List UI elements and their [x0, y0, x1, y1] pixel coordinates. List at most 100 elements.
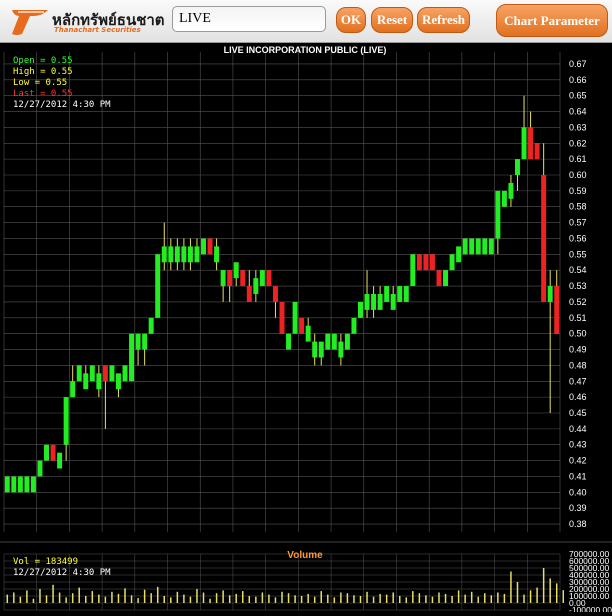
candle — [135, 333, 141, 366]
price-tick-label: 0.53 — [569, 281, 587, 291]
candle-body — [122, 365, 128, 382]
candle-body — [37, 460, 43, 477]
candle-body — [246, 286, 252, 302]
candle-body — [272, 286, 278, 302]
candle-body — [344, 333, 350, 350]
chart-area[interactable]: 0.67 0.66 0.65 0.64 0.63 0.62 0.61 0.60 0.59 0.58… — [0, 42, 612, 615]
candle — [344, 333, 350, 350]
volume-tick-label: -100000.00 — [569, 605, 612, 612]
candle — [129, 333, 135, 382]
candlestick-series — [4, 95, 560, 493]
candle — [161, 222, 167, 271]
candle — [462, 238, 468, 255]
candle-body — [187, 246, 193, 263]
candle-body — [220, 270, 226, 287]
candle — [305, 317, 311, 342]
candle — [286, 333, 292, 350]
price-tick-label: 0.67 — [569, 59, 587, 69]
price-chart[interactable]: 0.67 0.66 0.65 0.64 0.63 0.62 0.61 0.60 0.59 0.58… — [0, 42, 612, 615]
brand-logo: หลักทรัพย์ธนชาต Thanachart Securities — [8, 4, 165, 38]
candle-body — [358, 301, 363, 318]
candle-body — [11, 476, 17, 493]
candle-body — [429, 254, 435, 271]
price-timestamp: 12/27/2012 4:30 PM — [13, 100, 111, 110]
candle-body — [423, 254, 429, 271]
candle — [17, 476, 23, 493]
reset-button[interactable]: Reset — [371, 7, 413, 33]
symbol-input[interactable] — [172, 6, 326, 32]
ohlc-legend: Open = 0.55 High = 0.55 Low = 0.55 Last … — [13, 56, 111, 111]
candle-body — [325, 333, 331, 350]
candle-body — [397, 286, 403, 302]
candle-body — [161, 246, 167, 263]
price-axis: 0.67 0.66 0.65 0.64 0.63 0.62 0.61 0.60 0.59 0.58… — [569, 59, 587, 529]
price-tick-label: 0.57 — [569, 218, 587, 228]
high-label: High = 0.55 — [13, 67, 73, 77]
candle — [397, 286, 403, 302]
candle-body — [331, 333, 337, 350]
price-tick-label: 0.64 — [569, 107, 587, 117]
candle — [469, 238, 475, 255]
candle-body — [168, 246, 174, 263]
ok-button[interactable]: OK — [336, 7, 366, 33]
chart-parameter-button[interactable]: Chart Parameter — [496, 4, 608, 37]
candle-body — [102, 365, 108, 382]
candle-body — [129, 333, 135, 382]
candle — [410, 254, 416, 287]
candle — [449, 254, 455, 271]
candle-body — [318, 341, 324, 358]
price-tick-label: 0.63 — [569, 122, 587, 132]
candle — [312, 333, 318, 366]
candle — [351, 317, 357, 334]
candle-body — [83, 373, 89, 390]
candle-body — [266, 270, 272, 287]
refresh-button[interactable]: Refresh — [417, 7, 470, 33]
candle — [325, 333, 331, 350]
candle — [142, 333, 148, 366]
candle-body — [528, 127, 534, 160]
candle-body — [508, 182, 514, 199]
candle-body — [201, 238, 206, 255]
candle-body — [482, 238, 488, 255]
candle-body — [24, 476, 30, 493]
price-tick-label: 0.65 — [569, 91, 587, 101]
volume-legend: Vol = 183499 12/27/2012 4:30 PM — [13, 557, 111, 579]
volume-title: Volume — [287, 550, 323, 561]
candle — [109, 365, 115, 382]
candle-body — [115, 373, 121, 390]
candle-body — [377, 294, 383, 310]
candle — [70, 365, 76, 398]
price-tick-label: 0.49 — [569, 345, 587, 355]
candle — [214, 238, 220, 271]
candle — [384, 286, 390, 302]
candle — [521, 95, 527, 160]
price-tick-label: 0.66 — [569, 75, 587, 85]
candle-body — [70, 381, 76, 398]
candle-body — [371, 294, 377, 310]
candle-body — [495, 190, 501, 239]
candle-body — [305, 325, 311, 342]
candle-body — [57, 452, 63, 469]
candle — [292, 301, 298, 334]
candle-body — [541, 175, 547, 302]
candle-body — [554, 286, 560, 334]
candle — [115, 373, 121, 398]
candle-body — [44, 444, 50, 461]
candle — [76, 365, 82, 382]
candle-body — [148, 317, 154, 334]
candle — [83, 365, 89, 390]
candle — [475, 238, 481, 255]
candle — [514, 159, 520, 191]
candle — [168, 238, 174, 271]
candle — [201, 238, 206, 255]
candle — [174, 238, 180, 271]
volume-axis: 700000.00600000.00500000.00400000.003000… — [569, 549, 612, 615]
price-tick-label: 0.45 — [569, 408, 587, 418]
candle — [272, 286, 278, 318]
candle — [122, 365, 128, 382]
candle-body — [410, 254, 416, 287]
price-tick-label: 0.40 — [569, 487, 587, 497]
candle — [554, 270, 560, 334]
candle — [24, 476, 30, 493]
candle — [541, 143, 547, 302]
